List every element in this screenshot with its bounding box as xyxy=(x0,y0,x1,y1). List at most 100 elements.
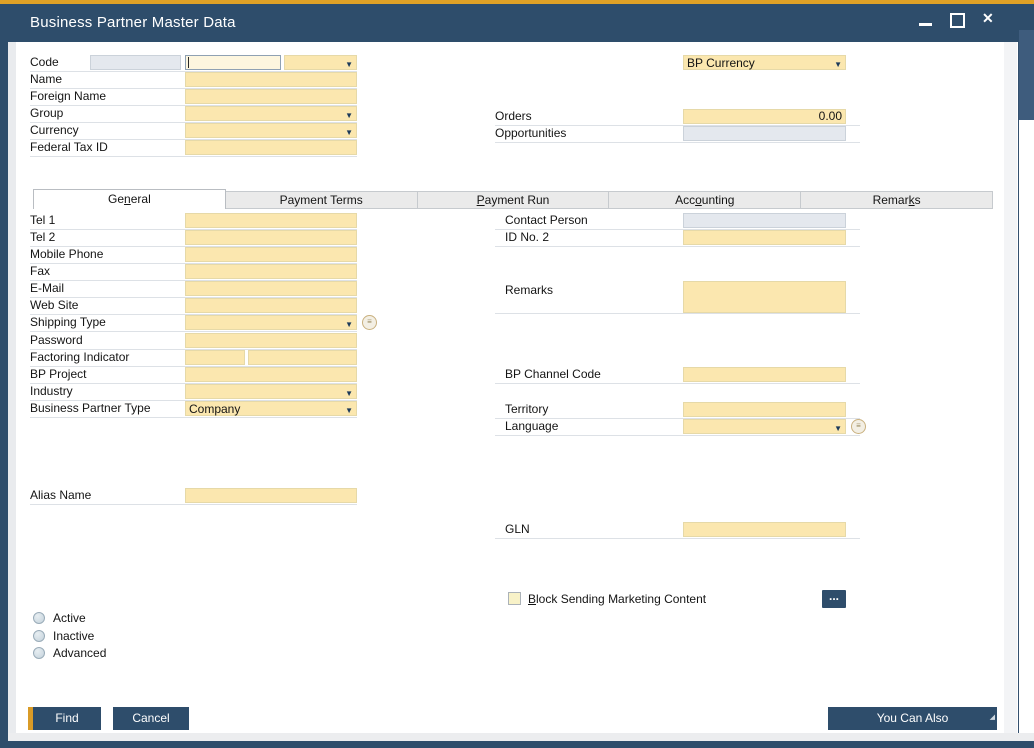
dialog-scrollbar-track[interactable] xyxy=(1004,42,1017,733)
chevron-down-icon: ▼ xyxy=(345,387,353,400)
email-label: E-Mail xyxy=(30,281,64,296)
code-type-dropdown[interactable]: ▼ xyxy=(284,55,357,70)
orders-field[interactable]: 0.00 xyxy=(683,109,846,124)
territory-input[interactable] xyxy=(683,402,846,417)
business-partner-type-dropdown[interactable]: Company ▼ xyxy=(185,401,357,416)
chevron-down-icon: ▼ xyxy=(345,109,353,122)
name-label: Name xyxy=(30,72,62,87)
email-input[interactable] xyxy=(185,281,357,296)
active-radio[interactable] xyxy=(33,612,45,624)
code-input[interactable] xyxy=(185,55,281,70)
password-row: Password xyxy=(30,332,357,350)
maximize-button[interactable] xyxy=(948,12,968,28)
language-dropdown[interactable]: ▼ xyxy=(683,419,846,434)
chevron-down-icon: ▼ xyxy=(345,58,353,71)
bp-currency-dropdown[interactable]: BP Currency ▼ xyxy=(683,55,846,70)
mobile-phone-input[interactable] xyxy=(185,247,357,262)
group-label: Group xyxy=(30,106,63,121)
bp-currency-value: BP Currency xyxy=(687,57,755,70)
mobile-phone-row: Mobile Phone xyxy=(30,246,357,264)
fax-row: Fax xyxy=(30,263,357,281)
maximize-icon xyxy=(950,13,965,28)
remarks-label: Remarks xyxy=(505,283,553,298)
block-marketing-more-button[interactable]: ... xyxy=(822,590,846,608)
code-label: Code xyxy=(30,55,59,70)
business-partner-master-data-window: Business Partner Master Data ✕ Code ▼ Na… xyxy=(0,0,1034,748)
opportunities-label: Opportunities xyxy=(495,126,566,141)
window-title: Business Partner Master Data xyxy=(30,14,236,31)
orders-label: Orders xyxy=(495,109,532,124)
foreign-name-input[interactable] xyxy=(185,89,357,104)
bp-channel-code-input[interactable] xyxy=(683,367,846,382)
password-label: Password xyxy=(30,333,83,348)
inactive-label: Inactive xyxy=(53,629,94,644)
name-input[interactable] xyxy=(185,72,357,87)
tab-accounting[interactable]: Accounting xyxy=(609,191,801,209)
titlebar[interactable]: Business Partner Master Data xyxy=(0,4,1034,42)
window-frame-left xyxy=(0,42,8,748)
chevron-down-icon: ▼ xyxy=(345,126,353,139)
advanced-radio[interactable] xyxy=(33,647,45,659)
block-marketing-checkbox[interactable] xyxy=(508,592,521,605)
federal-tax-id-input[interactable] xyxy=(185,140,357,155)
password-input[interactable] xyxy=(185,333,357,348)
web-site-input[interactable] xyxy=(185,298,357,313)
currency-label: Currency xyxy=(30,123,79,138)
app-scrollbar-track[interactable] xyxy=(1018,42,1034,733)
active-radio-row: Active xyxy=(33,610,193,627)
web-site-label: Web Site xyxy=(30,298,78,313)
inactive-radio[interactable] xyxy=(33,630,45,642)
window-inner-margin xyxy=(8,42,16,733)
name-row: Name xyxy=(30,71,357,89)
currency-dropdown[interactable]: ▼ xyxy=(185,123,357,138)
advanced-label: Advanced xyxy=(53,646,106,661)
tel1-row: Tel 1 xyxy=(30,212,357,230)
territory-label: Territory xyxy=(505,402,548,417)
shipping-type-dropdown[interactable]: ▼ xyxy=(185,315,357,330)
you-can-also-button[interactable]: You Can Also ◢ xyxy=(828,707,997,730)
id-no2-input[interactable] xyxy=(683,230,846,245)
close-icon: ✕ xyxy=(982,10,994,27)
group-row: Group ▼ xyxy=(30,105,357,123)
bp-channel-code-row: BP Channel Code xyxy=(495,366,860,384)
factoring-indicator-desc-input[interactable] xyxy=(248,350,357,365)
industry-dropdown[interactable]: ▼ xyxy=(185,384,357,399)
group-dropdown[interactable]: ▼ xyxy=(185,106,357,121)
cancel-button[interactable]: Cancel xyxy=(113,707,189,730)
tab-strip: General Payment Terms Payment Run Accoun… xyxy=(33,189,993,209)
tab-remarks[interactable]: Remarks xyxy=(801,191,993,209)
business-partner-type-value: Company xyxy=(189,403,240,416)
remarks-textarea[interactable] xyxy=(683,281,846,313)
gln-input[interactable] xyxy=(683,522,846,537)
foreign-name-label: Foreign Name xyxy=(30,89,106,104)
alias-name-input[interactable] xyxy=(185,488,357,503)
territory-row: Territory xyxy=(495,401,860,419)
bp-channel-code-label: BP Channel Code xyxy=(505,367,601,382)
language-list-icon[interactable]: ≡ xyxy=(851,419,866,434)
tel1-input[interactable] xyxy=(185,213,357,228)
bp-project-input[interactable] xyxy=(185,367,357,382)
foreign-name-row: Foreign Name xyxy=(30,88,357,106)
find-button[interactable]: Find xyxy=(28,707,101,730)
industry-row: Industry ▼ xyxy=(30,383,357,401)
factoring-indicator-label: Factoring Indicator xyxy=(30,350,129,365)
code-row: Code ▼ xyxy=(30,54,357,72)
menu-corner-icon: ◢ xyxy=(990,706,995,729)
block-marketing-row: Block Sending Marketing Content ... xyxy=(495,590,860,610)
chevron-down-icon: ▼ xyxy=(834,422,842,435)
tel2-input[interactable] xyxy=(185,230,357,245)
shipping-type-list-icon[interactable]: ≡ xyxy=(362,315,377,330)
factoring-indicator-row: Factoring Indicator xyxy=(30,349,357,367)
code-series-field[interactable] xyxy=(90,55,181,70)
advanced-radio-row: Advanced xyxy=(33,645,193,662)
fax-input[interactable] xyxy=(185,264,357,279)
tab-payment-run[interactable]: Payment Run xyxy=(418,191,610,209)
opportunities-field[interactable] xyxy=(683,126,846,141)
close-button[interactable]: ✕ xyxy=(980,12,1000,28)
app-scrollbar-thumb[interactable] xyxy=(1019,30,1034,120)
tab-payment-terms[interactable]: Payment Terms xyxy=(226,191,418,209)
contact-person-field[interactable] xyxy=(683,213,846,228)
tab-general[interactable]: General xyxy=(33,189,226,209)
minimize-button[interactable] xyxy=(916,12,936,28)
factoring-indicator-input[interactable] xyxy=(185,350,245,365)
